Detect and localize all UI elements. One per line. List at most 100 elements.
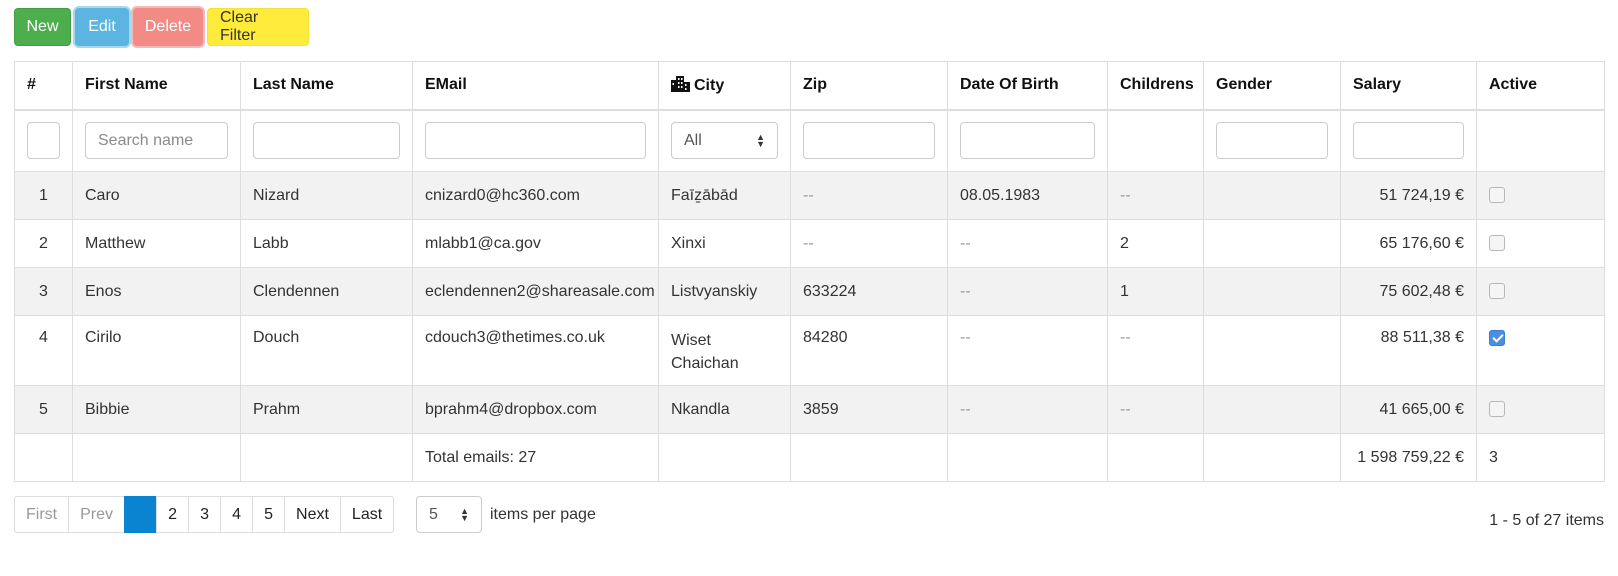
cell-email: mlabb1@ca.gov (412, 219, 659, 268)
cell-zip: 3859 (790, 385, 948, 434)
cell-first-name: Matthew (72, 219, 241, 268)
select-arrows-icon: ▲ ▼ (756, 131, 765, 149)
cell-email: cdouch3@thetimes.co.uk (412, 315, 659, 386)
cell-city: Faīẕābād (658, 171, 791, 220)
delete-button[interactable]: Delete (133, 8, 203, 46)
cell-childrens: -- (1107, 171, 1204, 220)
cell-gender (1203, 315, 1341, 386)
page-2-button[interactable]: 2 (156, 496, 190, 533)
column-header-number[interactable]: # (14, 61, 73, 111)
active-filter-cell (1476, 109, 1605, 172)
data-grid: # First Name Last Name EMail City Zip Da… (14, 61, 1605, 482)
cell-first-name: Enos (72, 267, 241, 316)
cell-gender (1203, 171, 1341, 220)
cell-last-name: Nizard (240, 171, 413, 220)
date-of-birth-filter-input[interactable] (960, 122, 1095, 160)
cell-date-of-birth: 08.05.1983 (947, 171, 1108, 220)
footer-row: Total emails: 27 1 598 759,22 € 3 (14, 433, 1605, 482)
clear-filter-button[interactable]: Clear Filter (207, 8, 309, 46)
table-row[interactable]: 1 Caro Nizard cnizard0@hc360.com Faīẕābā… (14, 171, 1605, 220)
cell-childrens: -- (1107, 385, 1204, 434)
cell-active (1476, 171, 1605, 220)
cell-email: cnizard0@hc360.com (412, 171, 659, 220)
table-row[interactable]: 4 Cirilo Douch cdouch3@thetimes.co.uk Wi… (14, 315, 1605, 386)
city-line-2: Chaichan (671, 355, 739, 372)
cell-email: eclendennen2@shareasale.com (412, 267, 659, 316)
first-page-button[interactable]: First (14, 496, 70, 533)
city-filter-select[interactable]: All ▲ ▼ (671, 122, 778, 160)
city-header-label: City (694, 76, 725, 94)
first-name-filter-input[interactable] (85, 122, 228, 160)
cell-zip: -- (790, 219, 948, 268)
cell-zip: -- (790, 171, 948, 220)
next-page-button[interactable]: Next (284, 496, 341, 533)
cell-gender (1203, 219, 1341, 268)
page-1-button[interactable]: 1 (124, 496, 158, 533)
column-header-first-name[interactable]: First Name (72, 61, 241, 111)
items-per-page-label: items per page (490, 505, 596, 523)
page-5-button[interactable]: 5 (252, 496, 286, 533)
page-size-select[interactable]: 5 ▲ ▼ (416, 496, 482, 533)
cell-zip: 84280 (790, 315, 948, 386)
cell-childrens: 1 (1107, 267, 1204, 316)
column-header-zip[interactable]: Zip (790, 61, 948, 111)
cell-active (1476, 267, 1605, 316)
cell-email: bprahm4@dropbox.com (412, 385, 659, 434)
gender-filter-input[interactable] (1216, 122, 1328, 160)
last-page-button[interactable]: Last (339, 496, 395, 533)
salary-filter-input[interactable] (1353, 122, 1464, 160)
cell-gender (1203, 385, 1341, 434)
cell-number: 3 (14, 267, 73, 316)
total-salary: 1 598 759,22 € (1340, 433, 1477, 482)
last-name-filter-input[interactable] (253, 122, 400, 160)
active-count: 3 (1476, 433, 1605, 482)
column-header-email[interactable]: EMail (412, 61, 659, 111)
cell-active (1476, 219, 1605, 268)
prev-page-button[interactable]: Prev (68, 496, 126, 533)
edit-button[interactable]: Edit (75, 8, 129, 46)
cell-zip: 633224 (790, 267, 948, 316)
toolbar: New Edit Delete Clear Filter (14, 8, 313, 46)
table-row[interactable]: 2 Matthew Labb mlabb1@ca.gov Xinxi -- --… (14, 219, 1605, 268)
column-header-active[interactable]: Active (1476, 61, 1605, 111)
select-arrows-icon: ▲ ▼ (460, 505, 469, 523)
column-header-last-name[interactable]: Last Name (240, 61, 413, 111)
cell-last-name: Clendennen (240, 267, 413, 316)
pager-summary: 1 - 5 of 27 items (1489, 512, 1604, 529)
page-3-button[interactable]: 3 (188, 496, 222, 533)
cell-first-name: Caro (72, 171, 241, 220)
cell-date-of-birth: -- (947, 219, 1108, 268)
column-header-date-of-birth[interactable]: Date Of Birth (947, 61, 1108, 111)
cell-city: Listvyanskiy (658, 267, 791, 316)
cell-gender (1203, 267, 1341, 316)
page-size-value: 5 (429, 505, 438, 523)
cell-city: Xinxi (658, 219, 791, 268)
cell-salary: 65 176,60 € (1340, 219, 1477, 268)
cell-first-name: Cirilo (72, 315, 241, 386)
cell-number: 2 (14, 219, 73, 268)
number-filter-input[interactable] (27, 122, 60, 160)
zip-filter-input[interactable] (803, 122, 935, 160)
active-checkbox[interactable] (1489, 235, 1505, 252)
cell-city: Nkandla (658, 385, 791, 434)
table-row[interactable]: 5 Bibbie Prahm bprahm4@dropbox.com Nkand… (14, 385, 1605, 434)
city-line-1: Wiset (671, 332, 711, 349)
column-header-salary[interactable]: Salary (1340, 61, 1477, 111)
table-row[interactable]: 3 Enos Clendennen eclendennen2@shareasal… (14, 267, 1605, 316)
active-checkbox-checked[interactable] (1489, 329, 1505, 346)
cell-date-of-birth: -- (947, 385, 1108, 434)
page-4-button[interactable]: 4 (220, 496, 254, 533)
active-checkbox[interactable] (1489, 187, 1505, 204)
column-header-city[interactable]: City (658, 61, 791, 111)
new-button[interactable]: New (14, 8, 71, 46)
active-checkbox[interactable] (1489, 283, 1505, 300)
cell-active (1476, 315, 1605, 386)
cell-salary: 51 724,19 € (1340, 171, 1477, 220)
column-header-gender[interactable]: Gender (1203, 61, 1341, 111)
email-filter-input[interactable] (425, 122, 646, 160)
column-header-childrens[interactable]: Childrens (1107, 61, 1204, 111)
page-size-control: 5 ▲ ▼ items per page (416, 496, 596, 533)
active-checkbox[interactable] (1489, 401, 1505, 418)
filter-row: All ▲▼ (14, 109, 1605, 172)
cell-last-name: Labb (240, 219, 413, 268)
